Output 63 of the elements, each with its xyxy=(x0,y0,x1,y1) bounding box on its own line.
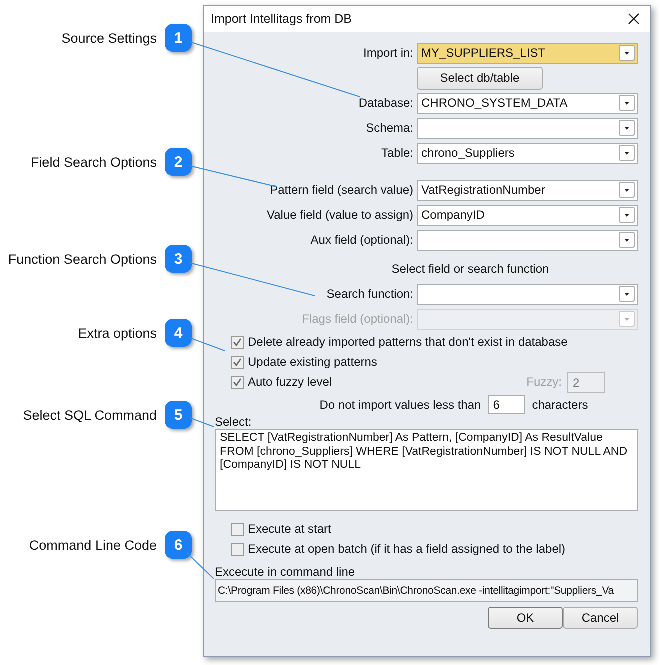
unit-label: characters xyxy=(532,398,588,412)
field-label: Table: xyxy=(380,146,414,160)
dropdown-field[interactable]: CompanyID xyxy=(416,204,638,226)
caret-icon xyxy=(619,207,635,223)
leader-line xyxy=(186,552,214,580)
caret-icon xyxy=(619,311,635,327)
close-icon[interactable] xyxy=(628,13,640,25)
check-icon xyxy=(232,336,243,348)
dropdown-field[interactable]: VatRegistrationNumber xyxy=(416,180,638,200)
callout-label: Extra options xyxy=(78,326,157,340)
select-table-button[interactable]: Select db/table xyxy=(417,66,543,90)
caret-icon xyxy=(619,286,635,302)
field-label: Search function: xyxy=(326,287,414,301)
number-badge: 3 xyxy=(165,245,192,273)
dropdown-field[interactable] xyxy=(416,118,638,138)
dropdown-field[interactable]: chrono_Suppliers xyxy=(416,142,638,164)
dropdown-field[interactable]: CHRONO_SYSTEM_DATA xyxy=(416,92,638,114)
number-badge: 5 xyxy=(165,401,192,429)
dropdown-field[interactable] xyxy=(416,230,638,250)
dialog-button[interactable]: OK xyxy=(488,607,563,629)
leader-line xyxy=(190,418,214,428)
callout-label: Command Line Code xyxy=(29,538,157,552)
field-label: Select: xyxy=(215,415,253,429)
number-badge: 1 xyxy=(165,24,192,52)
checkbox[interactable]: Execute at open batch (if it has a field assigned to the label) xyxy=(231,542,638,556)
dropdown-field[interactable] xyxy=(416,284,638,304)
number-badge: 6 xyxy=(165,531,192,559)
field-label: Pattern field (search value) xyxy=(269,183,414,197)
checkbox[interactable]: Auto fuzzy level xyxy=(231,375,332,389)
number-badge: 2 xyxy=(165,148,192,176)
field-label: Excecute in command line xyxy=(215,565,356,579)
callout-label: Source Settings xyxy=(62,30,157,46)
caret-icon xyxy=(619,95,635,111)
field-label: Aux field (optional): xyxy=(310,233,414,247)
caret-icon xyxy=(619,120,635,136)
callout-label: Field Search Options xyxy=(30,154,157,170)
field-label: Value field (value to assign) xyxy=(266,208,414,222)
caret-icon xyxy=(619,45,635,61)
caret-icon xyxy=(619,182,635,198)
checkbox[interactable]: Execute at start xyxy=(231,522,638,536)
callout-label: Function Search Options xyxy=(8,252,157,266)
field-label: Import in: xyxy=(362,46,414,60)
checkbox[interactable]: Update existing patterns xyxy=(231,355,378,369)
window-title: Import Intellitags from DB xyxy=(211,12,352,26)
leader-line xyxy=(190,338,226,352)
sql-text-area[interactable]: SELECT [VatRegistrationNumber] As Pattern, [CompanyID] As ResultValue FROM [chrono_Suppliers] WHERE [VatRegistrationNumber] IS NOT NULL AND [CompanyID] IS NOT NULL xyxy=(215,429,638,511)
field-label: Schema: xyxy=(365,121,414,135)
number-input[interactable]: 6 xyxy=(488,395,526,414)
checkbox[interactable]: Delete already imported patterns that don't exist in database xyxy=(231,335,568,349)
check-icon xyxy=(232,356,243,368)
check-icon xyxy=(232,376,243,388)
number-badge: 4 xyxy=(165,319,192,347)
field-label: Database: xyxy=(358,96,414,110)
section-hint: Select field or search function xyxy=(390,261,550,278)
dialog-button[interactable]: Cancel xyxy=(563,607,638,629)
dropdown-field[interactable]: MY_SUPPLIERS_LIST xyxy=(416,42,638,64)
caret-icon xyxy=(619,232,635,248)
field-label: Flags field (optional): xyxy=(301,312,414,326)
field-label: Do not import values less than xyxy=(320,398,482,412)
caret-icon xyxy=(619,145,635,161)
callout-label: Select SQL Command xyxy=(23,408,157,422)
command-line-field[interactable]: C:\Program Files (x86)\ChronoScan\Bin\ChronoScan.exe -intellitagimport:"Suppliers_Va xyxy=(215,579,638,602)
field-label: Fuzzy: xyxy=(526,375,562,389)
